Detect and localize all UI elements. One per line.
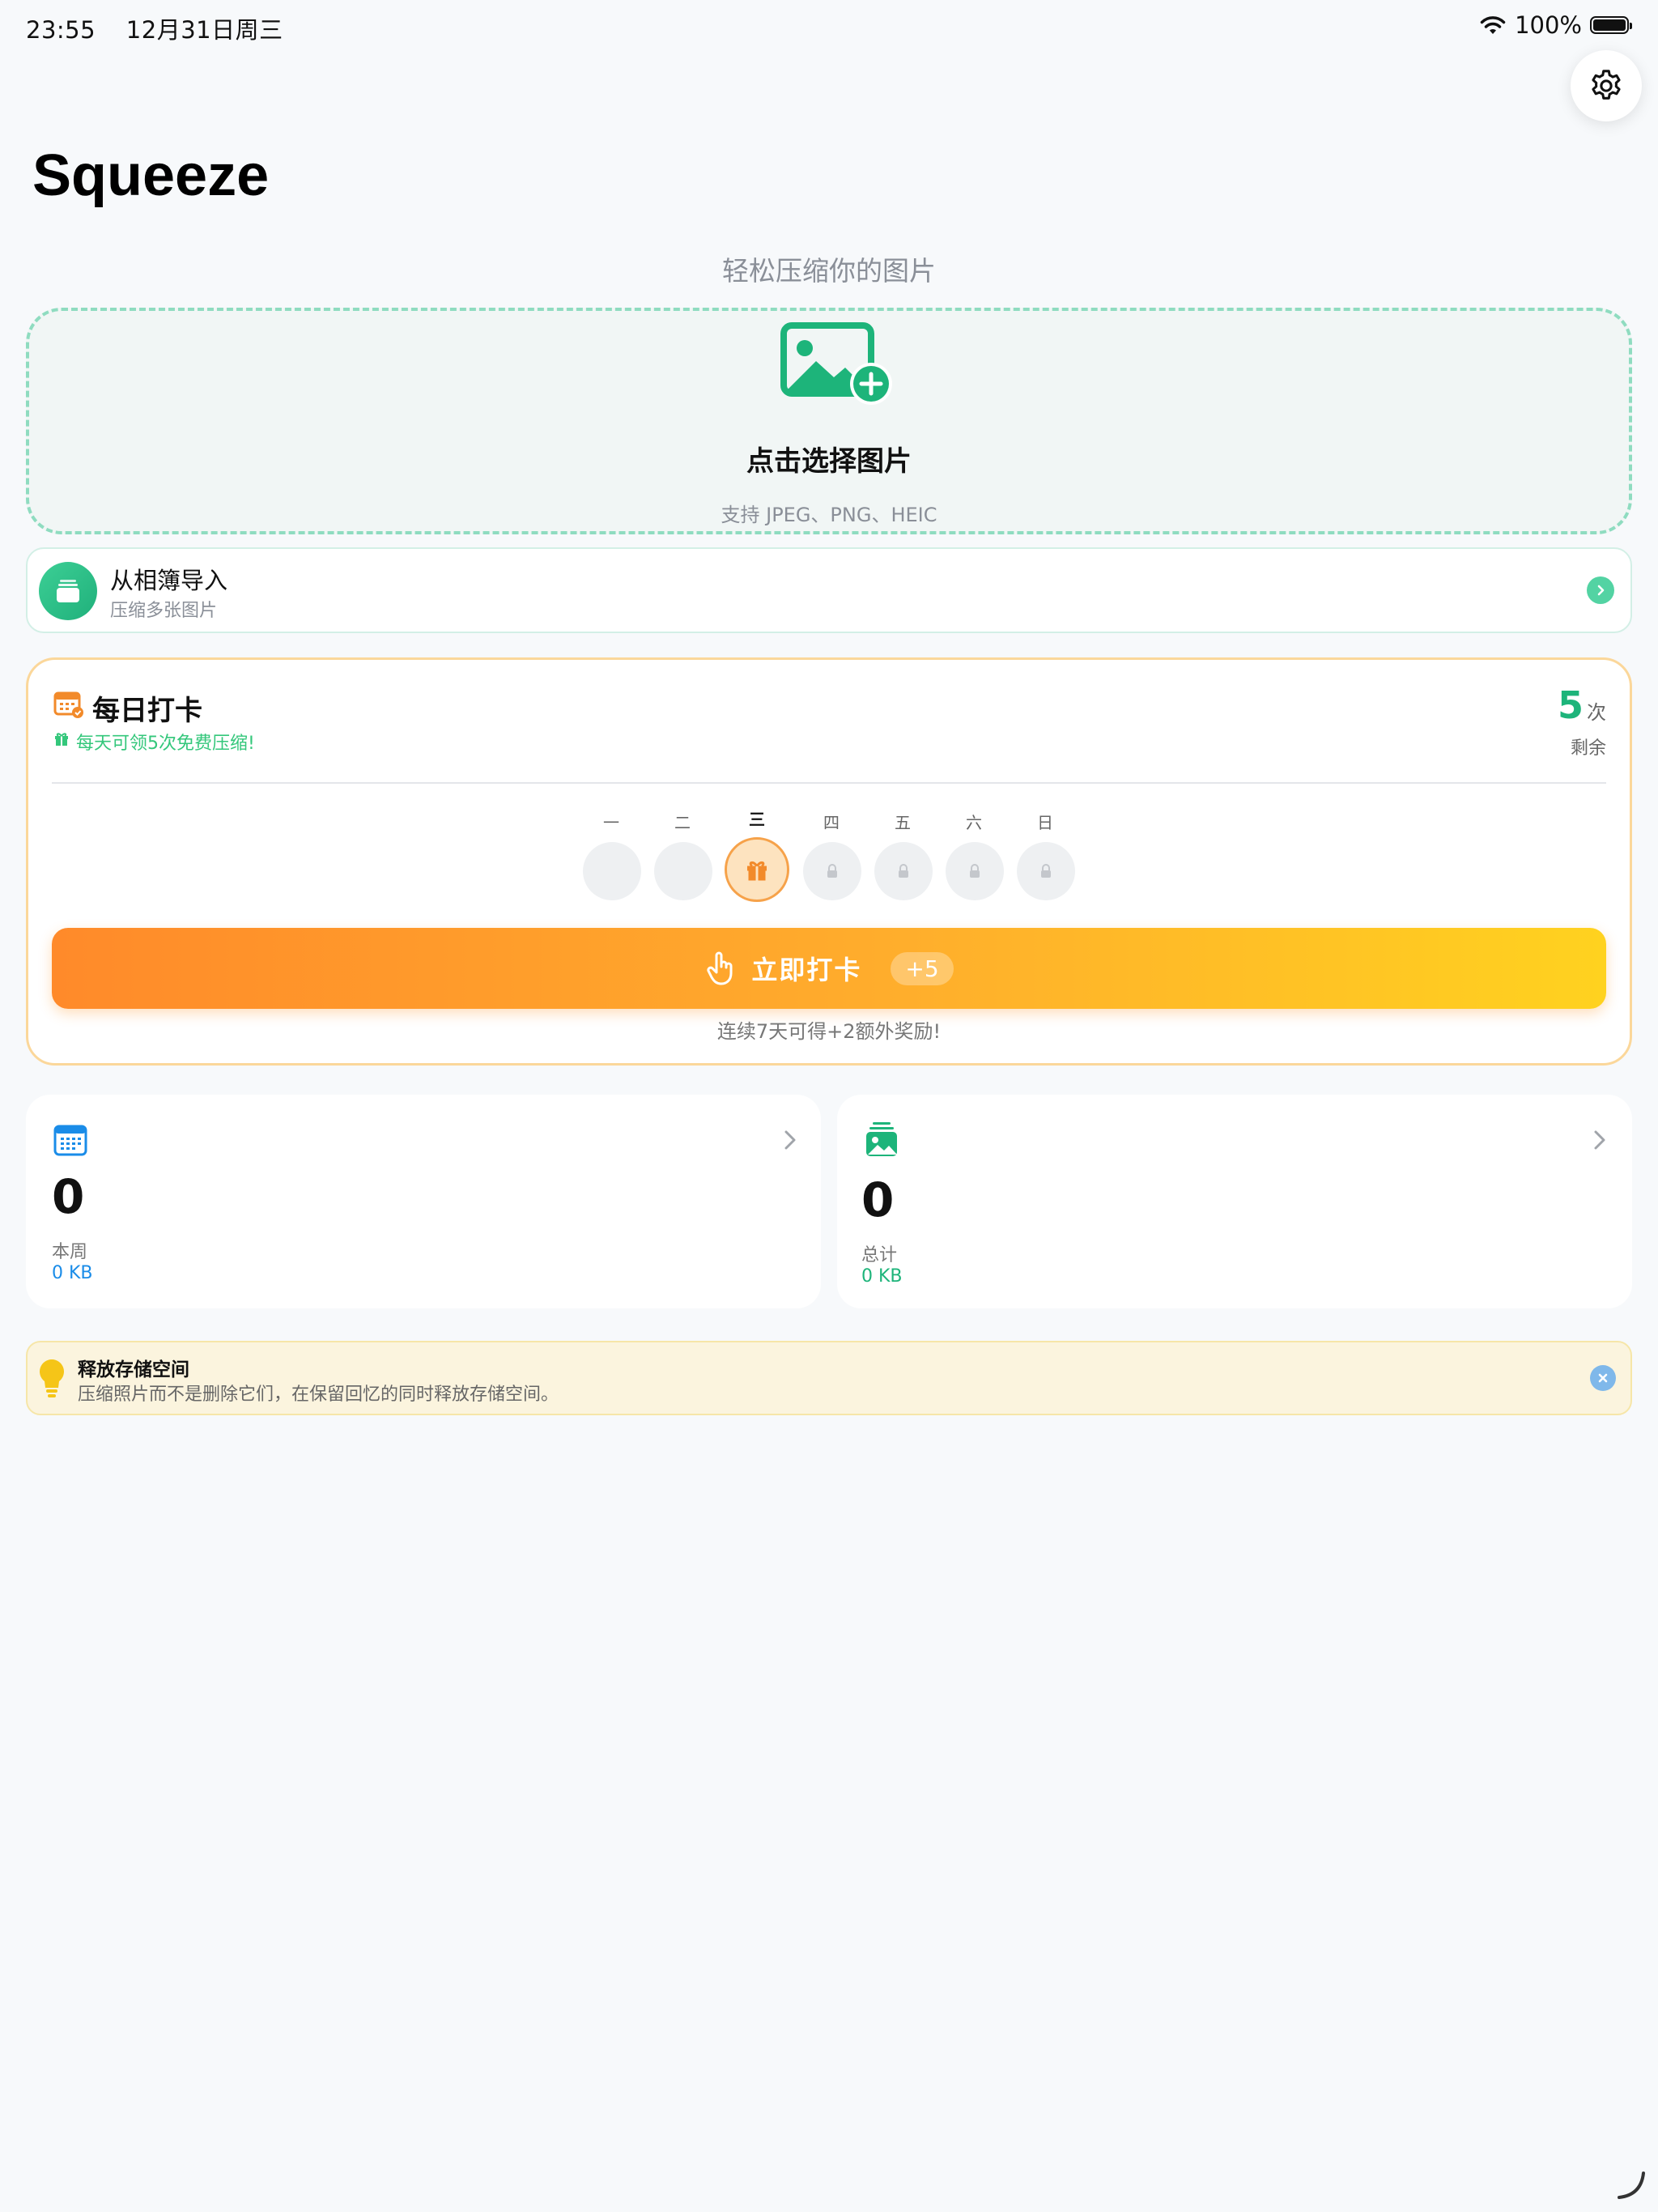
checkin-button-label: 立即打卡: [751, 955, 862, 985]
day-label-sun: 日: [1037, 813, 1053, 832]
day-circle-sat: [946, 842, 1004, 900]
day-circle-wed[interactable]: [725, 837, 789, 902]
day-circle-fri: [874, 842, 933, 900]
remaining-label: 剩余: [1571, 738, 1607, 759]
chevron-right-icon[interactable]: [782, 1129, 798, 1151]
lock-icon: [970, 864, 980, 878]
day-circle-thu: [803, 842, 861, 900]
lock-icon: [899, 864, 908, 878]
stat-total-label: 总计: [861, 1245, 898, 1266]
remaining-unit: 次: [1587, 701, 1606, 724]
stat-week-label: 本周: [52, 1242, 88, 1262]
day-label-fri: 五: [895, 813, 911, 832]
picker-formats: 支持 JPEG、PNG、HEIC: [721, 504, 937, 526]
status-time: 23:55: [26, 16, 96, 44]
photo-stack-icon: [866, 1122, 897, 1156]
status-date: 12月31日周三: [125, 16, 283, 44]
image-add-icon: [780, 322, 892, 405]
day-label-thu: 四: [823, 813, 840, 832]
divider: [52, 782, 1606, 784]
wifi-icon: [1480, 16, 1506, 34]
checkin-button[interactable]: 立即打卡 +5: [52, 928, 1606, 1009]
resize-handle-icon[interactable]: [1614, 2168, 1647, 2201]
app-title: Squeeze: [32, 143, 270, 208]
checkin-hint: 每天可领5次免费压缩!: [76, 734, 255, 754]
stat-week-size: 0 KB: [52, 1263, 93, 1283]
album-import-row[interactable]: [26, 547, 1632, 633]
lightbulb-icon: [40, 1359, 64, 1397]
status-bar-right: 100%: [1479, 11, 1632, 39]
day-label-sat: 六: [966, 813, 982, 832]
tip-text: 压缩照片而不是删除它们，在保留回忆的同时释放存储空间。: [78, 1385, 559, 1405]
checkin-reward-badge: +5: [891, 951, 954, 985]
streak-bonus-text: 连续7天可得+2额外奖励!: [716, 1020, 942, 1043]
app-subtitle: 轻松压缩你的图片: [722, 255, 936, 287]
stat-total-size: 0 KB: [861, 1266, 903, 1287]
gift-icon: [747, 861, 767, 881]
battery-icon: [1590, 16, 1632, 34]
checkin-title: 每日打卡: [92, 695, 202, 727]
album-import-subtitle: 压缩多张图片: [110, 601, 218, 621]
day-circle-mon: [583, 842, 641, 900]
close-icon[interactable]: [1590, 1365, 1616, 1391]
tap-hand-icon: [707, 951, 733, 985]
lock-icon: [1041, 864, 1051, 878]
tip-title: 释放存储空间: [78, 1359, 189, 1380]
battery-percent: 100%: [1515, 11, 1582, 39]
gear-icon: [1592, 70, 1621, 100]
day-label-wed: 三: [749, 810, 765, 829]
stat-week-value: 0: [52, 1169, 85, 1224]
stat-total-value: 0: [861, 1172, 895, 1227]
stat-card-total[interactable]: [837, 1095, 1632, 1308]
chevron-right-icon[interactable]: [1587, 576, 1614, 604]
lock-icon: [827, 864, 837, 878]
day-circle-tue: [654, 842, 712, 900]
chevron-right-icon[interactable]: [1592, 1129, 1608, 1151]
day-label-tue: 二: [674, 813, 691, 832]
settings-button[interactable]: [1571, 50, 1642, 121]
gift-icon: [55, 733, 68, 746]
album-import-title: 从相簿导入: [110, 567, 228, 594]
picker-title[interactable]: 点击选择图片: [0, 439, 1658, 479]
day-label-mon: 一: [603, 813, 619, 832]
photo-stack-icon: [39, 562, 97, 620]
day-circle-sun: [1017, 842, 1075, 900]
status-bar-left: 23:55 12月31日周三: [26, 11, 283, 45]
calendar-badge-icon: [53, 691, 83, 718]
remaining-count: 5: [1557, 683, 1584, 727]
stat-card-week[interactable]: [26, 1095, 821, 1308]
calendar-icon: [53, 1125, 87, 1156]
